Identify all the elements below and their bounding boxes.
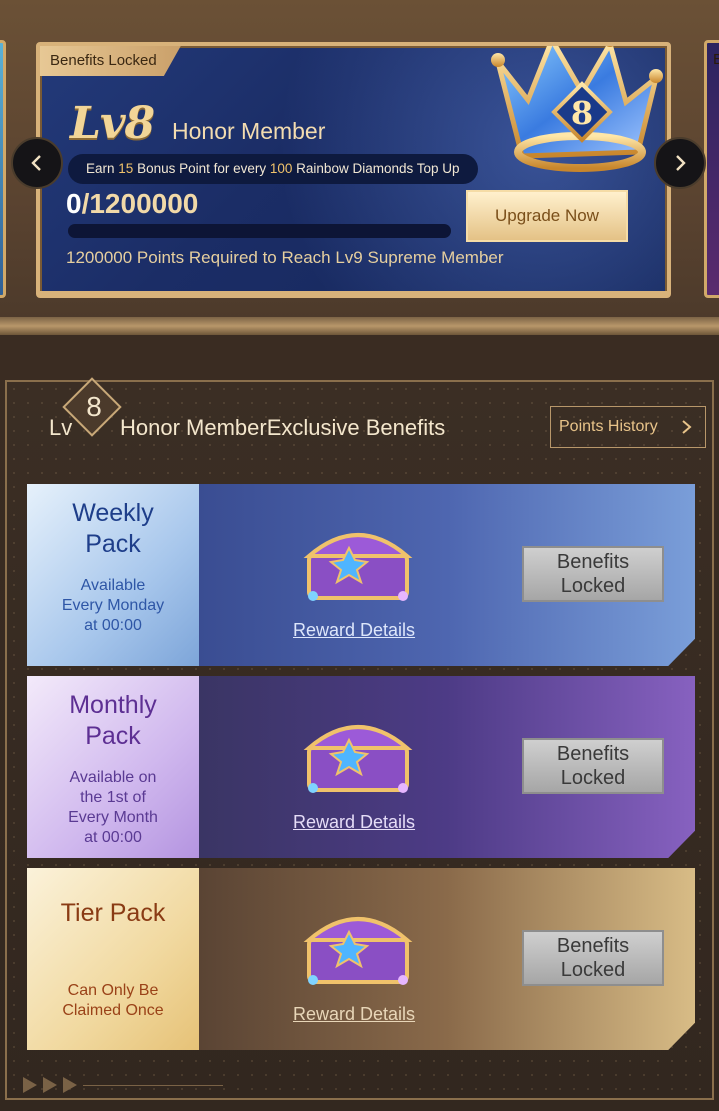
- previous-level-button[interactable]: [11, 137, 63, 189]
- exclusive-benefits-panel: Lv 8 Honor MemberExclusive Benefits Poin…: [5, 377, 714, 1100]
- availability-line: at 00:00: [84, 829, 142, 846]
- footer-divider: [83, 1085, 223, 1086]
- tier-pack-card: Tier Pack Can Only Be Claimed Once Rewar…: [27, 868, 695, 1050]
- level-prefix: Lv: [49, 415, 73, 440]
- pack-name-line1: Weekly: [72, 499, 154, 527]
- locked-line2: Locked: [560, 959, 626, 981]
- pack-name-line2: Pack: [85, 722, 141, 750]
- earn-middle: Bonus Point for every: [133, 161, 270, 176]
- reward-details-link[interactable]: Reward Details: [293, 620, 415, 641]
- pack-availability: Available Every Monday at 00:00: [62, 576, 164, 636]
- benefits-header: Lv 8 Honor MemberExclusive Benefits Poin…: [7, 377, 712, 482]
- monthly-pack-reward: Reward Details Benefits Locked: [199, 676, 695, 858]
- previous-level-card-peek[interactable]: [0, 40, 6, 298]
- locked-line1: Benefits: [556, 935, 630, 957]
- chevron-left-icon: [31, 155, 41, 171]
- earn-diamonds: 100: [269, 161, 293, 176]
- crown-number: 8: [571, 94, 593, 132]
- locked-line1: Benefits: [556, 743, 630, 765]
- availability-line: at 00:00: [84, 617, 142, 634]
- earn-prefix: Earn: [86, 161, 119, 176]
- tier-pack-reward: Reward Details Benefits Locked: [199, 868, 695, 1050]
- monthly-pack-card: Monthly Pack Available on the 1st of Eve…: [27, 676, 695, 858]
- availability-line: Available: [80, 577, 146, 594]
- upgrade-now-button[interactable]: Upgrade Now: [466, 190, 628, 242]
- pack-name: Tier Pack: [60, 899, 166, 927]
- progress-bar: [68, 224, 451, 238]
- pack-availability: Available on the 1st of Every Month at 0…: [68, 768, 158, 848]
- weekly-pack-info: Weekly Pack Available Every Monday at 00…: [27, 484, 199, 666]
- reward-details-link[interactable]: Reward Details: [293, 812, 415, 833]
- locked-line1: Benefits: [556, 551, 630, 573]
- footer-decoration: [21, 1075, 81, 1095]
- triple-arrow-icon: [23, 1077, 77, 1093]
- pack-name: Monthly Pack: [69, 690, 157, 752]
- benefits-locked-button[interactable]: Benefits Locked: [522, 546, 664, 602]
- benefits-locked-button[interactable]: Benefits Locked: [522, 738, 664, 794]
- crown-icon: 8: [491, 46, 663, 172]
- earn-suffix: Rainbow Diamonds Top Up: [292, 161, 460, 176]
- level-badge-text: Lv8: [70, 98, 155, 149]
- level-card: Benefits Locked Lv8 Honor Member Earn 15…: [36, 42, 671, 298]
- progress-target: /1200000: [81, 188, 199, 219]
- locked-line2: Locked: [560, 575, 626, 597]
- availability-line: Every Monday: [61, 597, 165, 614]
- treasure-chest-icon: [303, 725, 413, 793]
- reward-details-link[interactable]: Reward Details: [293, 1004, 415, 1025]
- pack-name-line1: Monthly: [69, 691, 157, 719]
- next-level-card-peek[interactable]: B: [704, 40, 719, 298]
- next-level-requirement: 1200000 Points Required to Reach Lv9 Sup…: [66, 248, 504, 267]
- availability-line: Claimed Once: [62, 1002, 164, 1019]
- arrow-right-icon: [682, 420, 692, 434]
- pack-name: Weekly Pack: [72, 498, 154, 560]
- next-level-button[interactable]: [654, 137, 706, 189]
- tier-pack-info: Tier Pack Can Only Be Claimed Once: [27, 868, 199, 1050]
- benefits-locked-tag: Benefits Locked: [40, 46, 181, 76]
- card-divider: [40, 291, 667, 294]
- availability-line: the 1st of: [80, 789, 146, 806]
- availability-line: Available on: [69, 769, 157, 786]
- treasure-chest-icon: [303, 917, 413, 985]
- benefits-locked-button[interactable]: Benefits Locked: [522, 930, 664, 986]
- pack-name-line2: Pack: [85, 530, 141, 558]
- progress-current: 0: [66, 188, 82, 219]
- availability-line: Every Month: [68, 809, 158, 826]
- chevron-right-icon: [676, 155, 686, 171]
- level-number: 8: [86, 391, 102, 422]
- next-card-label: B: [713, 51, 719, 68]
- points-history-label: Points History: [559, 418, 658, 435]
- treasure-chest-icon: [303, 533, 413, 601]
- weekly-pack-reward: Reward Details Benefits Locked: [199, 484, 695, 666]
- earn-points: 15: [118, 161, 134, 176]
- availability-line: Can Only Be: [67, 982, 159, 999]
- pack-availability: Can Only Be Claimed Once: [62, 981, 163, 1021]
- points-history-button[interactable]: Points History: [550, 406, 706, 448]
- monthly-pack-info: Monthly Pack Available on the 1st of Eve…: [27, 676, 199, 858]
- weekly-pack-card: Weekly Pack Available Every Monday at 00…: [27, 484, 695, 666]
- member-tier-title: Honor Member: [172, 118, 326, 144]
- earn-rate-info: Earn 15 Bonus Point for every 100 Rainbo…: [68, 154, 478, 184]
- progress-counter: 0/1200000: [66, 188, 198, 220]
- locked-line2: Locked: [560, 767, 626, 789]
- benefits-title: Honor MemberExclusive Benefits: [120, 415, 446, 440]
